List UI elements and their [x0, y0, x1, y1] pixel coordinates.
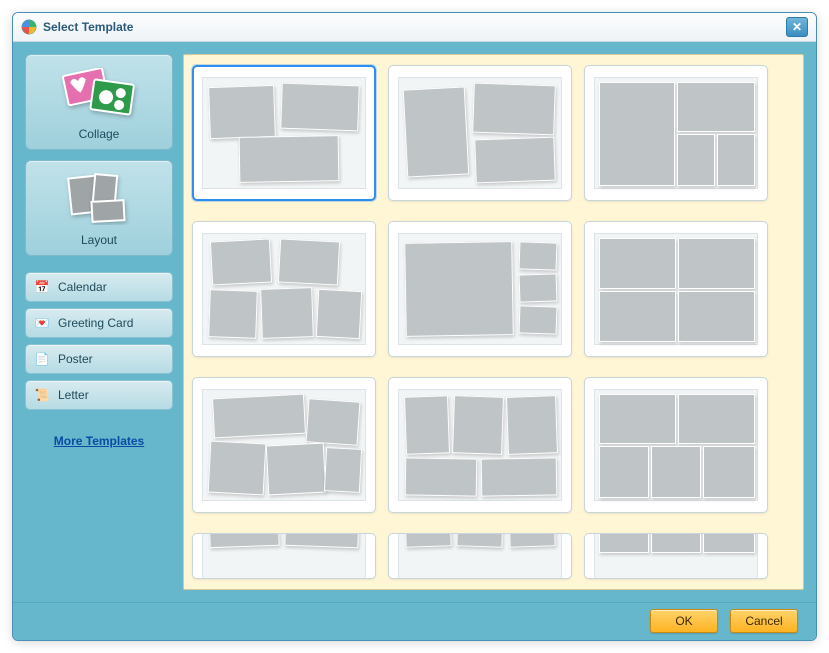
template-item[interactable] [584, 377, 768, 513]
template-item[interactable] [192, 65, 376, 201]
category-calendar[interactable]: 📅 Calendar [25, 272, 173, 302]
template-thumb [398, 533, 562, 579]
template-grid [190, 61, 801, 583]
select-template-dialog: Select Template ✕ [12, 12, 817, 641]
template-gallery-panel [183, 54, 804, 590]
collage-icon [32, 65, 166, 121]
small-categories: 📅 Calendar 💌 Greeting Card 📄 Poster 📜 Le… [25, 272, 173, 410]
template-thumb [594, 533, 758, 579]
template-thumb [202, 533, 366, 579]
template-thumb [398, 77, 562, 189]
category-label: Layout [32, 233, 166, 247]
category-layout[interactable]: Layout [25, 160, 173, 256]
template-thumb [398, 233, 562, 345]
template-thumb [202, 233, 366, 345]
category-label: Greeting Card [58, 316, 133, 330]
template-thumb [202, 77, 366, 189]
close-button[interactable]: ✕ [786, 17, 808, 37]
template-item[interactable] [192, 221, 376, 357]
layout-icon [32, 171, 166, 227]
template-item[interactable] [388, 221, 572, 357]
template-thumb [594, 77, 758, 189]
template-item[interactable] [192, 533, 376, 579]
more-templates-link[interactable]: More Templates [25, 434, 173, 448]
category-greeting-card[interactable]: 💌 Greeting Card [25, 308, 173, 338]
category-letter[interactable]: 📜 Letter [25, 380, 173, 410]
window-title: Select Template [43, 20, 133, 34]
category-label: Letter [58, 388, 89, 402]
ok-button[interactable]: OK [650, 609, 718, 633]
close-icon: ✕ [792, 20, 802, 34]
category-label: Poster [58, 352, 93, 366]
template-thumb [594, 389, 758, 501]
letter-icon: 📜 [34, 387, 50, 403]
template-thumb [594, 233, 758, 345]
card-icon: 💌 [34, 315, 50, 331]
template-item[interactable] [388, 533, 572, 579]
calendar-icon: 📅 [34, 279, 50, 295]
poster-icon: 📄 [34, 351, 50, 367]
template-item[interactable] [388, 377, 572, 513]
template-thumb [202, 389, 366, 501]
category-label: Collage [32, 127, 166, 141]
titlebar: Select Template ✕ [13, 13, 816, 42]
category-label: Calendar [58, 280, 107, 294]
template-item[interactable] [584, 221, 768, 357]
category-collage[interactable]: Collage [25, 54, 173, 150]
sidebar: Collage Layout 📅 Calendar [25, 54, 173, 590]
template-item[interactable] [584, 533, 768, 579]
dialog-body: Collage Layout 📅 Calendar [13, 42, 816, 602]
category-poster[interactable]: 📄 Poster [25, 344, 173, 374]
template-item[interactable] [388, 65, 572, 201]
template-gallery-scroll[interactable] [190, 61, 803, 583]
template-item[interactable] [584, 65, 768, 201]
template-item[interactable] [192, 377, 376, 513]
template-thumb [398, 389, 562, 501]
dialog-footer: OK Cancel [13, 602, 816, 640]
app-icon [21, 19, 37, 35]
cancel-button[interactable]: Cancel [730, 609, 798, 633]
